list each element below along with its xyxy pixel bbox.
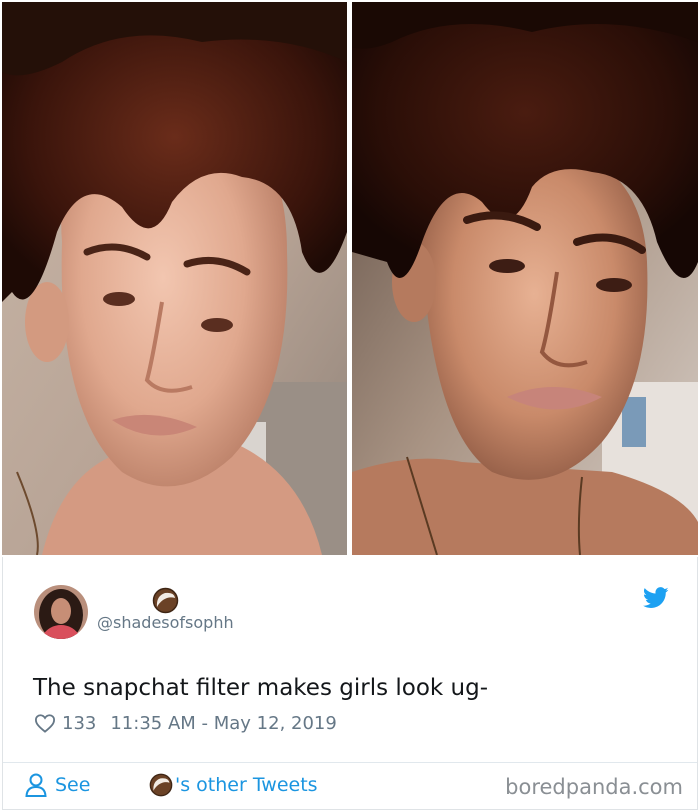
coconut-emoji-icon — [149, 773, 173, 797]
tweet-card: @shadesofsophh The snapchat filter makes… — [2, 557, 698, 810]
other-tweets-link[interactable]: 's other Tweets — [149, 773, 318, 797]
see-label: See — [55, 774, 91, 796]
person-icon — [25, 773, 47, 797]
coconut-emoji-icon — [152, 587, 179, 614]
twitter-bird-icon[interactable] — [642, 587, 669, 609]
divider — [3, 762, 697, 763]
photo-original — [2, 2, 347, 555]
see-profile-link[interactable]: See — [25, 773, 90, 797]
watermark: boredpanda.com — [505, 775, 683, 799]
user-handle[interactable]: @shadesofsophh — [97, 613, 234, 632]
photo-pair — [0, 0, 700, 557]
avatar[interactable] — [34, 585, 88, 639]
photo-filtered — [352, 2, 698, 555]
tweet-timestamp[interactable]: 11:35 AM - May 12, 2019 — [110, 713, 336, 734]
heart-icon[interactable] — [34, 713, 56, 733]
tweet-text: The snapchat filter makes girls look ug- — [33, 675, 489, 701]
tweet-meta: 133 11:35 AM - May 12, 2019 — [34, 710, 337, 736]
like-count: 133 — [62, 712, 97, 734]
other-tweets-label: 's other Tweets — [175, 774, 318, 796]
